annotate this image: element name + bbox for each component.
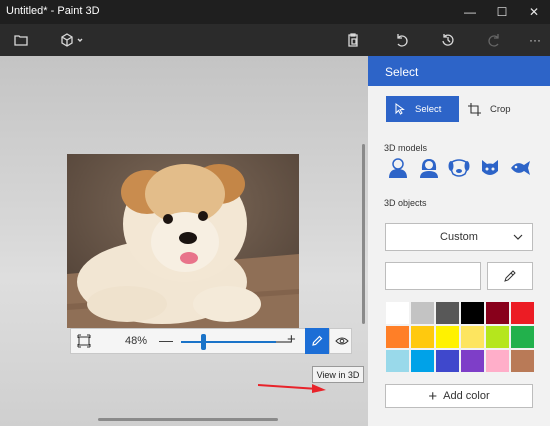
color-swatch[interactable] xyxy=(385,325,410,349)
history-icon[interactable] xyxy=(437,24,459,56)
selected-color-row xyxy=(385,262,533,290)
color-swatch[interactable] xyxy=(460,325,485,349)
3d-shapes-menu-button[interactable] xyxy=(58,24,86,56)
maximize-button[interactable]: ☐ xyxy=(486,0,518,24)
zoom-out-button[interactable]: — xyxy=(159,332,173,348)
color-swatch[interactable] xyxy=(510,325,535,349)
toolbar: ··· xyxy=(0,24,550,56)
color-swatch[interactable] xyxy=(460,301,485,325)
zoom-slider-thumb[interactable] xyxy=(201,334,206,350)
2d-view-button[interactable] xyxy=(305,328,329,354)
zoom-slider-track[interactable] xyxy=(181,341,276,343)
redo-icon[interactable] xyxy=(484,24,506,56)
color-swatch[interactable] xyxy=(385,349,410,373)
puppy-photo[interactable] xyxy=(67,154,299,328)
close-button[interactable]: ✕ xyxy=(518,0,550,24)
red-arrow-annotation xyxy=(258,384,326,393)
color-palette xyxy=(385,301,535,373)
zoom-percentage: 48% xyxy=(125,335,148,347)
color-swatch[interactable] xyxy=(435,325,460,349)
selected-color-swatch[interactable] xyxy=(385,262,481,290)
pencil-icon xyxy=(312,335,323,346)
vertical-scrollbar[interactable] xyxy=(362,144,365,324)
dog-model-icon[interactable] xyxy=(448,157,470,179)
panel-header: Select xyxy=(368,56,550,86)
cursor-icon xyxy=(395,103,405,115)
3d-objects-dropdown[interactable]: Custom xyxy=(385,223,533,251)
zoom-in-button[interactable]: + xyxy=(287,331,296,348)
eyedropper-button[interactable] xyxy=(487,262,533,290)
3d-objects-label: 3D objects xyxy=(384,198,427,208)
title-bar: Untitled* - Paint 3D — ☐ ✕ xyxy=(0,0,550,24)
color-swatch[interactable] xyxy=(435,301,460,325)
color-swatch[interactable] xyxy=(460,349,485,373)
color-swatch[interactable] xyxy=(485,301,510,325)
more-options-button[interactable]: ··· xyxy=(525,24,545,56)
horizontal-scrollbar[interactable] xyxy=(98,418,278,421)
3d-objects-dropdown-value: Custom xyxy=(440,231,478,243)
fish-model-icon[interactable] xyxy=(509,157,531,179)
color-swatch[interactable] xyxy=(410,325,435,349)
color-swatch[interactable] xyxy=(410,301,435,325)
color-swatch[interactable] xyxy=(385,301,410,325)
add-color-button[interactable]: + Add color xyxy=(385,384,533,408)
fit-to-screen-icon[interactable] xyxy=(77,334,91,348)
minimize-button[interactable]: — xyxy=(454,0,486,24)
window-title: Untitled* - Paint 3D xyxy=(6,5,100,17)
color-swatch[interactable] xyxy=(485,325,510,349)
undo-icon[interactable] xyxy=(390,24,412,56)
color-swatch[interactable] xyxy=(510,349,535,373)
eyedropper-icon xyxy=(504,270,516,282)
color-swatch[interactable] xyxy=(485,349,510,373)
eye-icon xyxy=(334,337,349,345)
plus-icon: + xyxy=(428,387,438,405)
color-swatch[interactable] xyxy=(435,349,460,373)
add-color-label: Add color xyxy=(443,390,490,402)
select-tool-button[interactable]: Select xyxy=(386,96,459,122)
select-tool-label: Select xyxy=(415,103,442,115)
zoom-bar: 48% — + xyxy=(70,328,352,354)
chevron-down-icon xyxy=(513,234,523,240)
crop-icon xyxy=(468,102,481,116)
folder-icon[interactable] xyxy=(10,24,32,56)
woman-model-icon[interactable] xyxy=(418,157,440,179)
crop-tool-button[interactable]: Crop xyxy=(466,96,526,122)
view-in-3d-button[interactable] xyxy=(329,328,353,354)
man-model-icon[interactable] xyxy=(387,157,409,179)
paste-icon[interactable] xyxy=(342,24,364,56)
select-panel: Select Select Crop 3D models 3D objects xyxy=(368,56,550,426)
cat-model-icon[interactable] xyxy=(479,157,501,179)
3d-models-label: 3D models xyxy=(384,143,428,153)
crop-tool-label: Crop xyxy=(490,103,511,115)
color-swatch[interactable] xyxy=(510,301,535,325)
color-swatch[interactable] xyxy=(410,349,435,373)
